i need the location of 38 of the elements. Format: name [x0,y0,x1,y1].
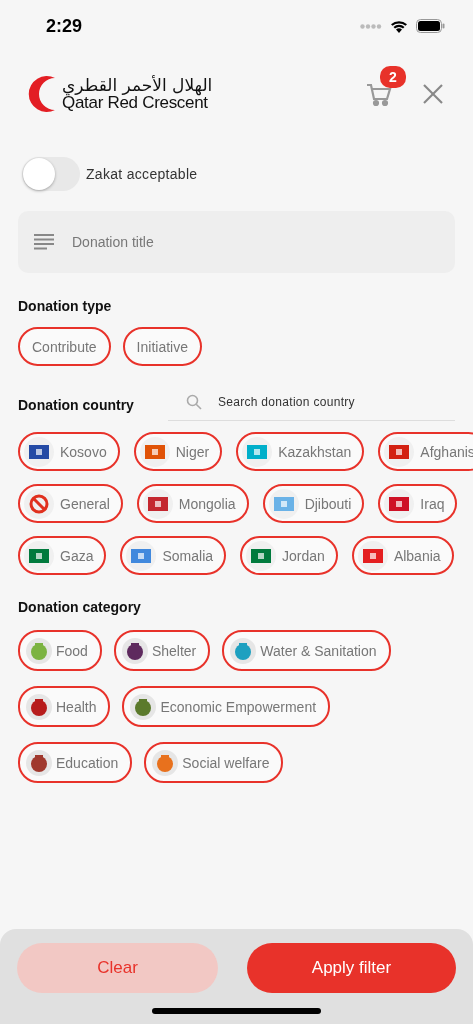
country-chip[interactable]: Jordan [240,536,338,575]
section-heading: Donation country [18,396,134,413]
country-chip[interactable]: Mongolia [136,484,249,523]
type-chip[interactable]: Initiative [122,327,202,366]
status-time: 2:29 [46,15,83,37]
close-icon[interactable] [423,84,443,104]
clear-button[interactable]: Clear [17,943,218,993]
category-chip[interactable]: Shelter [113,630,211,671]
country-chip[interactable]: Albania [351,536,454,575]
category-chip[interactable]: Food [18,630,102,671]
country-chip[interactable]: Kosovo [18,432,120,471]
country-chip[interactable]: Kazakhstan [236,432,365,471]
country-chip[interactable]: Somalia [120,536,227,575]
apply-filter-button[interactable]: Apply filter [247,943,456,993]
country-chip[interactable]: Djibouti [262,484,365,523]
category-chip[interactable]: Health [18,686,111,727]
wifi-icon [390,19,408,33]
section-heading: Donation category [18,599,142,615]
cart-count-badge: 2 [380,66,406,88]
zakat-toggle[interactable] [22,157,80,191]
text-lines-icon [34,234,54,250]
category-chip[interactable]: Economic Empowerment [122,686,331,727]
donation-title-field[interactable]: Donation title [72,211,439,273]
section-heading: Donation type [18,298,113,314]
zakat-label: Zakat acceptable [86,166,198,182]
category-chip[interactable]: Water & Sanitation [222,630,391,671]
country-chip[interactable]: General [18,484,123,523]
search-icon [185,394,202,410]
country-chip[interactable]: Niger [133,432,223,471]
donation-title-field[interactable]: Donation title [18,211,455,273]
type-chip[interactable]: Contribute [18,327,111,366]
country-chip[interactable]: Iraq [378,484,458,523]
category-chip[interactable]: Education [18,742,133,783]
country-search-field[interactable]: Search donation country [215,394,437,410]
signal-icon [360,23,382,29]
battery-icon [416,19,445,33]
category-chip[interactable]: Social welfare [144,742,284,783]
country-chip[interactable]: Gaza [18,536,107,575]
